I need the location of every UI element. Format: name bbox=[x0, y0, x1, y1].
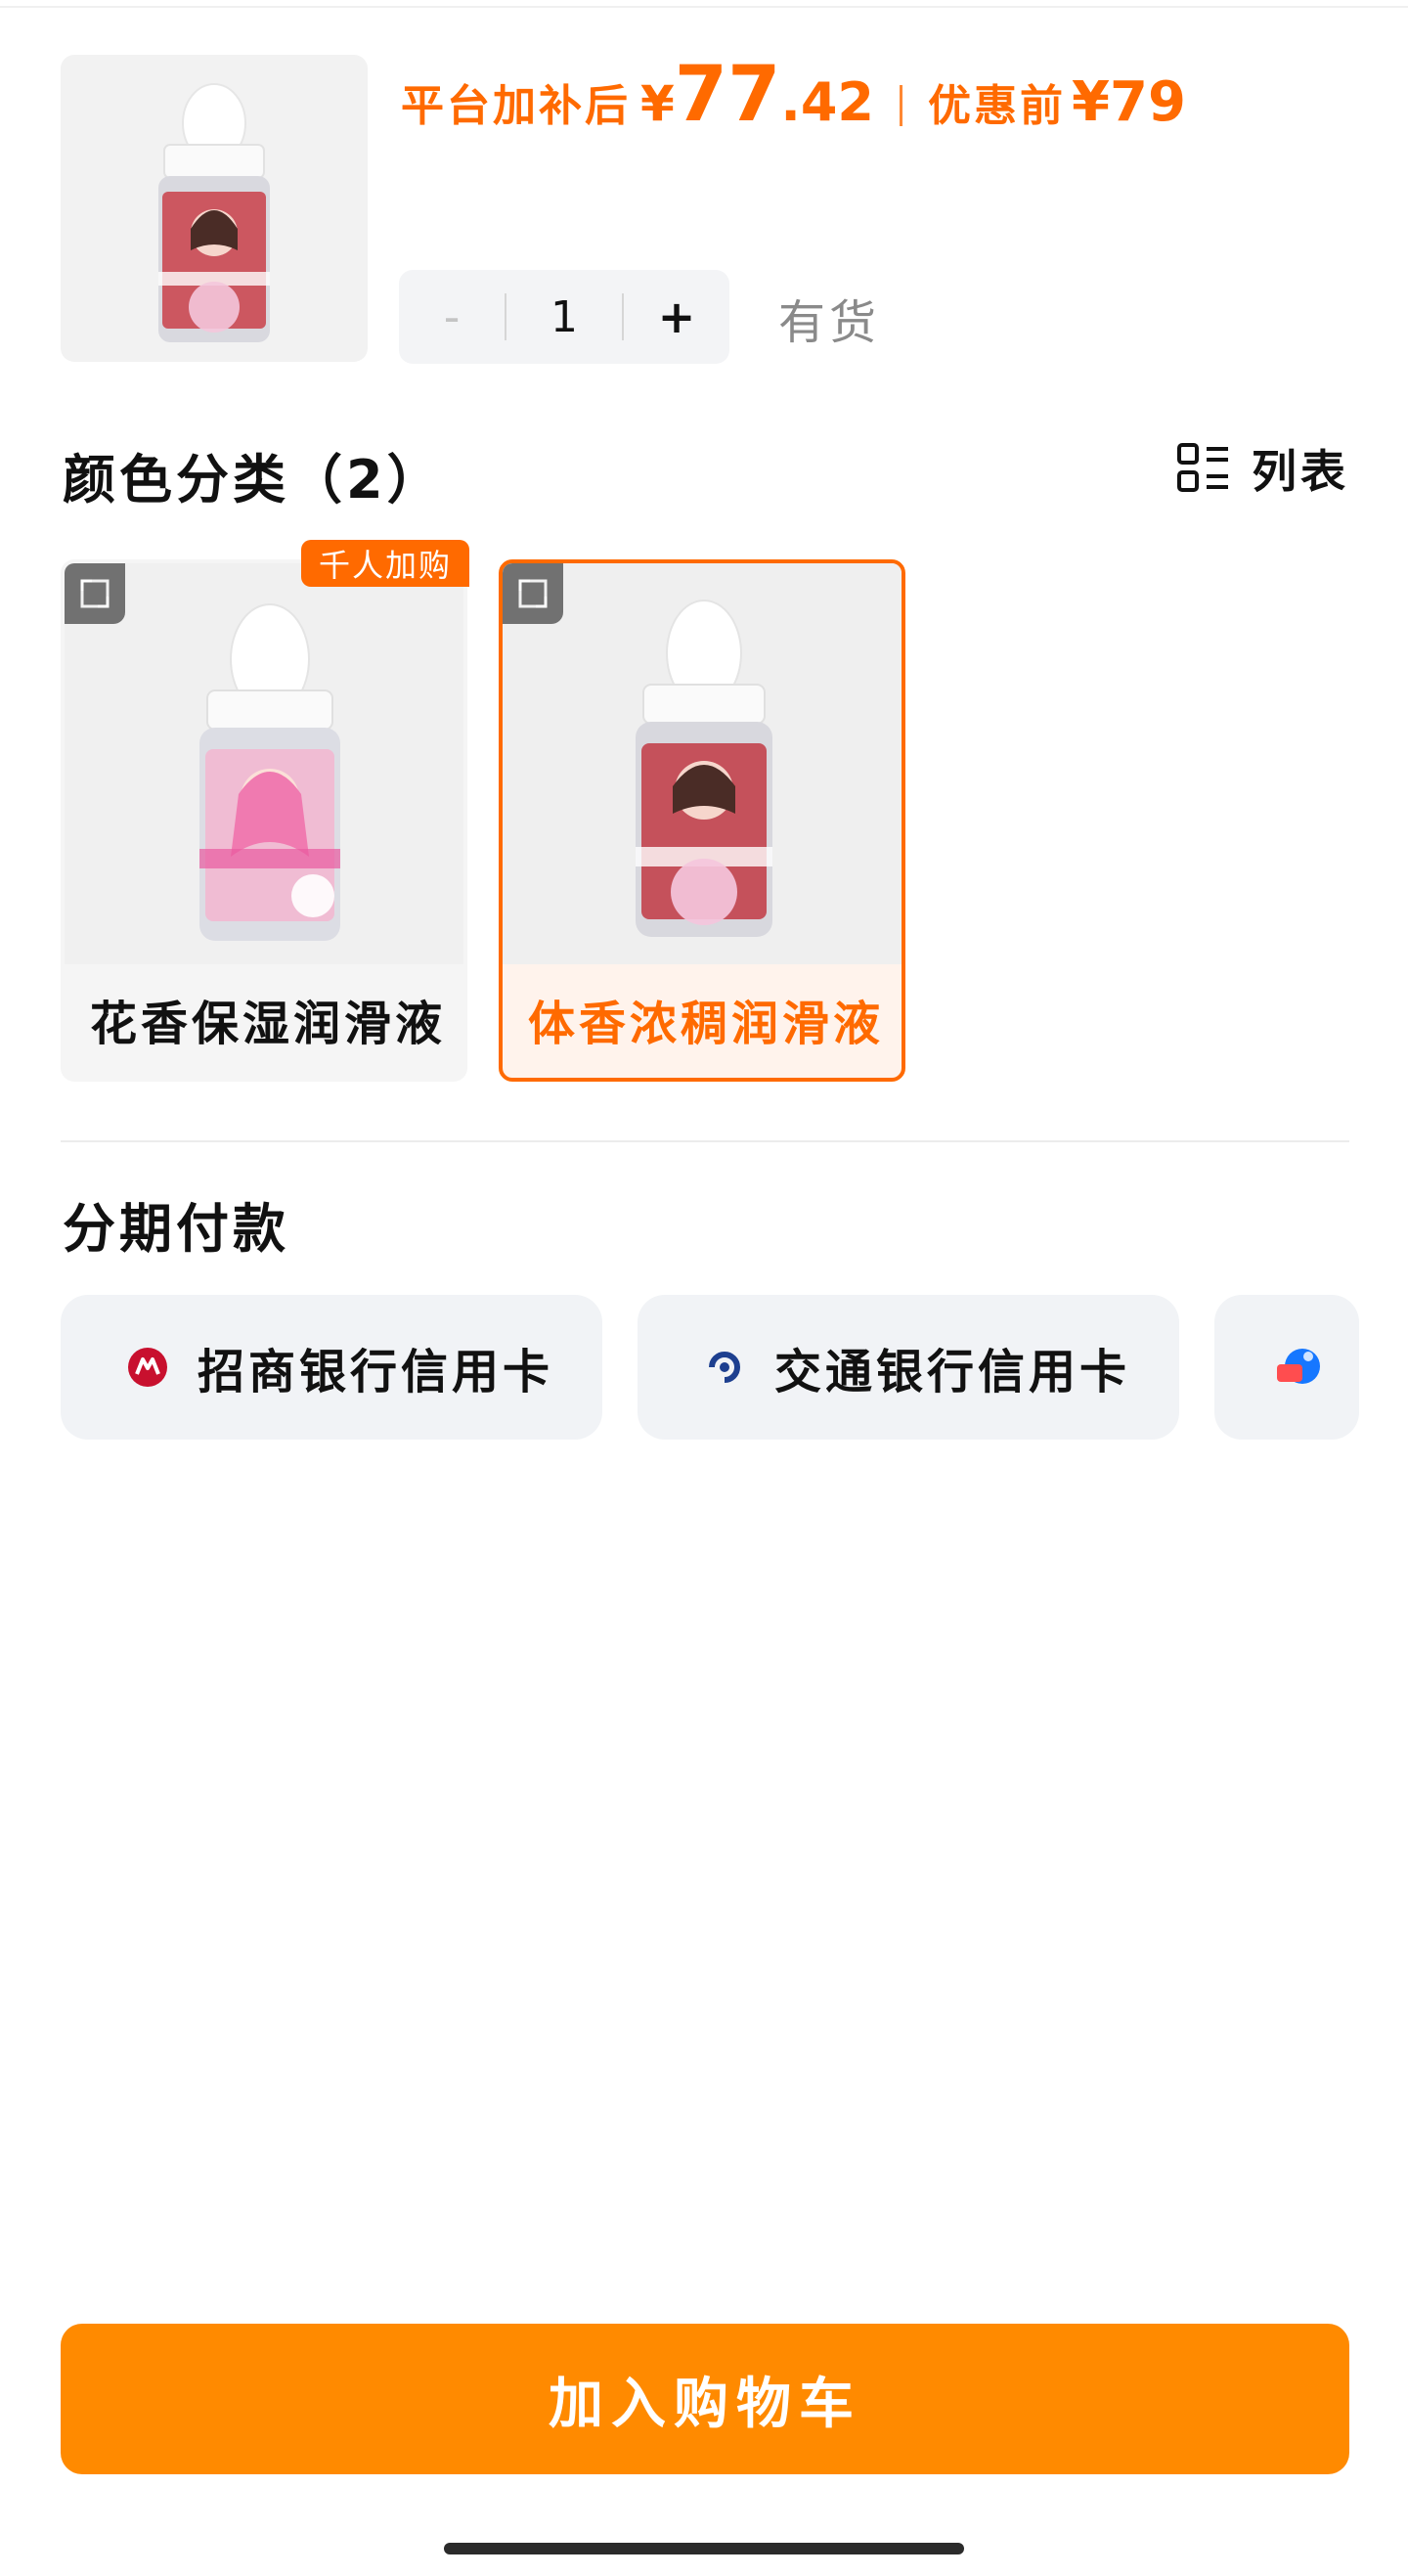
price-decimal: .42 bbox=[780, 71, 875, 133]
installment-option-bocom[interactable]: 交通银行信用卡 bbox=[638, 1295, 1179, 1440]
expand-image-button[interactable] bbox=[503, 563, 563, 624]
bocom-bank-icon bbox=[709, 1352, 740, 1383]
installment-option-label: 交通银行信用卡 bbox=[774, 1345, 1131, 1399]
original-price: ¥79 bbox=[1072, 70, 1186, 134]
list-view-label: 列表 bbox=[1252, 445, 1349, 498]
quantity-value[interactable]: 1 bbox=[506, 292, 622, 342]
variant-image bbox=[65, 563, 463, 964]
huabei-installment-icon bbox=[1277, 1349, 1320, 1384]
installment-option-cmb[interactable]: 招商银行信用卡 bbox=[61, 1295, 602, 1440]
home-indicator[interactable] bbox=[444, 2543, 964, 2554]
price-integer: 77 bbox=[674, 51, 781, 139]
variant-card-floral[interactable]: 花香保湿润滑液 bbox=[61, 559, 467, 1082]
price-row: 平台加补后 ¥ 77 .42 优惠前 ¥79 bbox=[401, 57, 1186, 155]
stock-status: 有货 bbox=[778, 295, 881, 350]
variant-label: 体香浓稠润滑液 bbox=[528, 997, 885, 1051]
expand-icon bbox=[80, 579, 110, 608]
original-price-label: 优惠前 bbox=[928, 81, 1067, 131]
sku-selector-page: 平台加补后 ¥ 77 .42 优惠前 ¥79 - 1 + 有货 颜色分类（2） … bbox=[0, 0, 1408, 2576]
decrease-quantity-button[interactable]: - bbox=[399, 270, 505, 364]
variant-card-body-scent[interactable]: 体香浓稠润滑液 bbox=[499, 559, 905, 1082]
list-view-icon bbox=[1177, 443, 1228, 492]
installment-option-label: 招商银行信用卡 bbox=[198, 1345, 554, 1399]
expand-image-button[interactable] bbox=[65, 563, 125, 624]
variant-label: 花香保湿润滑液 bbox=[90, 997, 447, 1051]
quantity-stepper: - 1 + bbox=[399, 270, 729, 364]
currency-symbol: ¥ bbox=[640, 75, 675, 132]
variant-image bbox=[503, 563, 902, 964]
increase-quantity-button[interactable]: + bbox=[624, 270, 729, 364]
price-separator bbox=[900, 85, 903, 126]
variant-section-title: 颜色分类（2） bbox=[63, 449, 444, 511]
section-divider bbox=[61, 1140, 1349, 1142]
cmb-bank-icon bbox=[128, 1348, 167, 1387]
product-bottle-image bbox=[158, 83, 270, 342]
installment-section-title: 分期付款 bbox=[63, 1198, 289, 1260]
product-thumbnail[interactable] bbox=[61, 55, 368, 362]
installment-option-huabei[interactable] bbox=[1214, 1295, 1359, 1440]
add-to-cart-button[interactable]: 加入购物车 bbox=[61, 2324, 1349, 2474]
top-divider bbox=[0, 6, 1408, 8]
expand-icon bbox=[518, 579, 548, 608]
subsidy-label: 平台加补后 bbox=[401, 81, 631, 131]
hot-tag-badge: 千人加购 bbox=[301, 540, 469, 587]
list-view-toggle[interactable]: 列表 bbox=[1177, 436, 1349, 501]
